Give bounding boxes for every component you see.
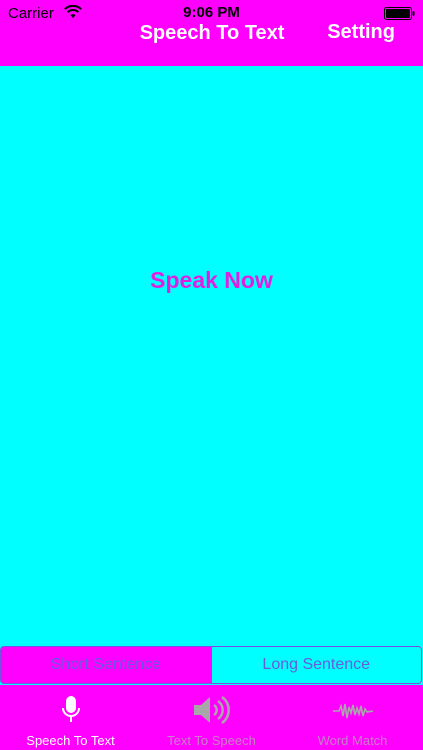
tab-word-match[interactable]: Word Match	[282, 685, 423, 750]
tab-label: Word Match	[317, 733, 388, 748]
page-title: Speech To Text	[139, 22, 285, 44]
microphone-icon	[61, 696, 80, 722]
tab-bar: Speech To Text Text To Speech Word Match	[0, 685, 423, 750]
top-bar: Carrier 9:06 PM Speech To Text Setting	[0, 0, 423, 66]
setting-button[interactable]: Setting	[327, 21, 395, 44]
sentence-length-segmented-control[interactable]: Short Sentence Long Sentence	[0, 646, 422, 684]
tab-text-to-speech[interactable]: Text To Speech	[141, 685, 282, 750]
clock: 9:06 PM	[183, 4, 240, 21]
tab-speech-to-text[interactable]: Speech To Text	[0, 685, 141, 750]
segment-long-sentence[interactable]: Long Sentence	[210, 647, 421, 683]
speech-area[interactable]: Speak Now	[0, 66, 423, 646]
tab-label: Speech To Text	[26, 733, 115, 748]
speak-now-prompt[interactable]: Speak Now	[0, 267, 423, 294]
speaker-icon	[193, 695, 230, 725]
waveform-icon	[332, 703, 373, 719]
tab-label: Text To Speech	[167, 733, 256, 748]
battery-icon	[384, 7, 415, 20]
segment-short-sentence[interactable]: Short Sentence	[1, 647, 211, 683]
